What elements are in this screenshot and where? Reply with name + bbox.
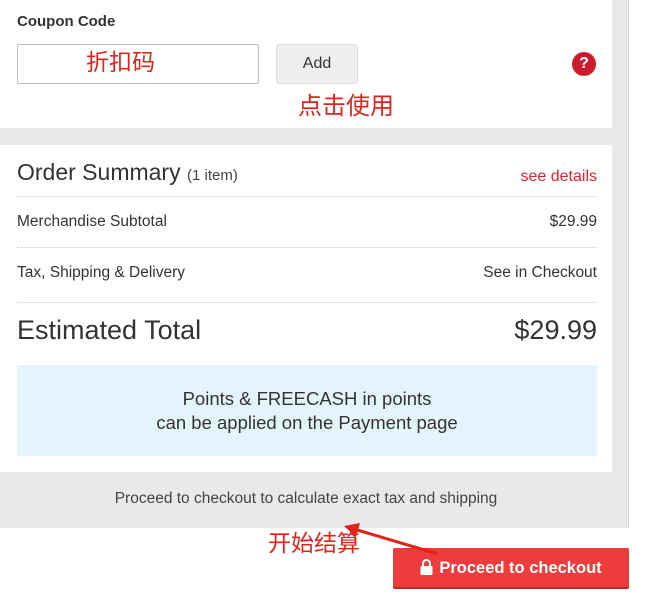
cart-summary-page: Coupon Code Add ? Order Summary (1 item)…	[0, 0, 646, 594]
proceed-to-checkout-label: Proceed to checkout	[439, 559, 602, 577]
order-summary: Order Summary (1 item) see details Merch…	[0, 145, 612, 472]
section-separator	[0, 128, 612, 145]
divider	[17, 196, 597, 197]
right-frame	[612, 0, 629, 528]
coupon-title: Coupon Code	[17, 13, 116, 30]
checkout-calc-note: Proceed to checkout to calculate exact t…	[114, 490, 498, 507]
estimated-total-label: Estimated Total	[17, 315, 202, 345]
tax-shipping-value: See in Checkout	[483, 264, 597, 281]
order-summary-title: Order Summary (1 item)	[17, 159, 238, 186]
estimated-total-value: $29.99	[514, 315, 597, 345]
annotation-arrow-icon	[344, 523, 439, 556]
right-frame-border	[628, 0, 629, 528]
item-count: (1 item)	[186, 167, 238, 184]
add-coupon-button[interactable]: Add	[276, 44, 358, 84]
points-info-line-1: Points & FREECASH in points	[182, 388, 432, 409]
tax-shipping-label: Tax, Shipping & Delivery	[17, 264, 185, 281]
question-icon[interactable]: ?	[572, 52, 596, 76]
points-info-box: Points & FREECASH in points can be appli…	[17, 365, 597, 456]
annotation-use-note: 点击使用	[298, 92, 394, 120]
annotation-coupon-note: 折扣码	[86, 50, 155, 76]
subtotal-label: Merchandise Subtotal	[17, 213, 167, 230]
divider	[17, 247, 597, 248]
points-info-line-2: can be applied on the Payment page	[156, 412, 458, 433]
see-details-link[interactable]: see details	[521, 168, 598, 186]
divider	[17, 302, 597, 303]
order-summary-heading: Order Summary	[17, 159, 181, 185]
subtotal-value: $29.99	[549, 213, 597, 230]
